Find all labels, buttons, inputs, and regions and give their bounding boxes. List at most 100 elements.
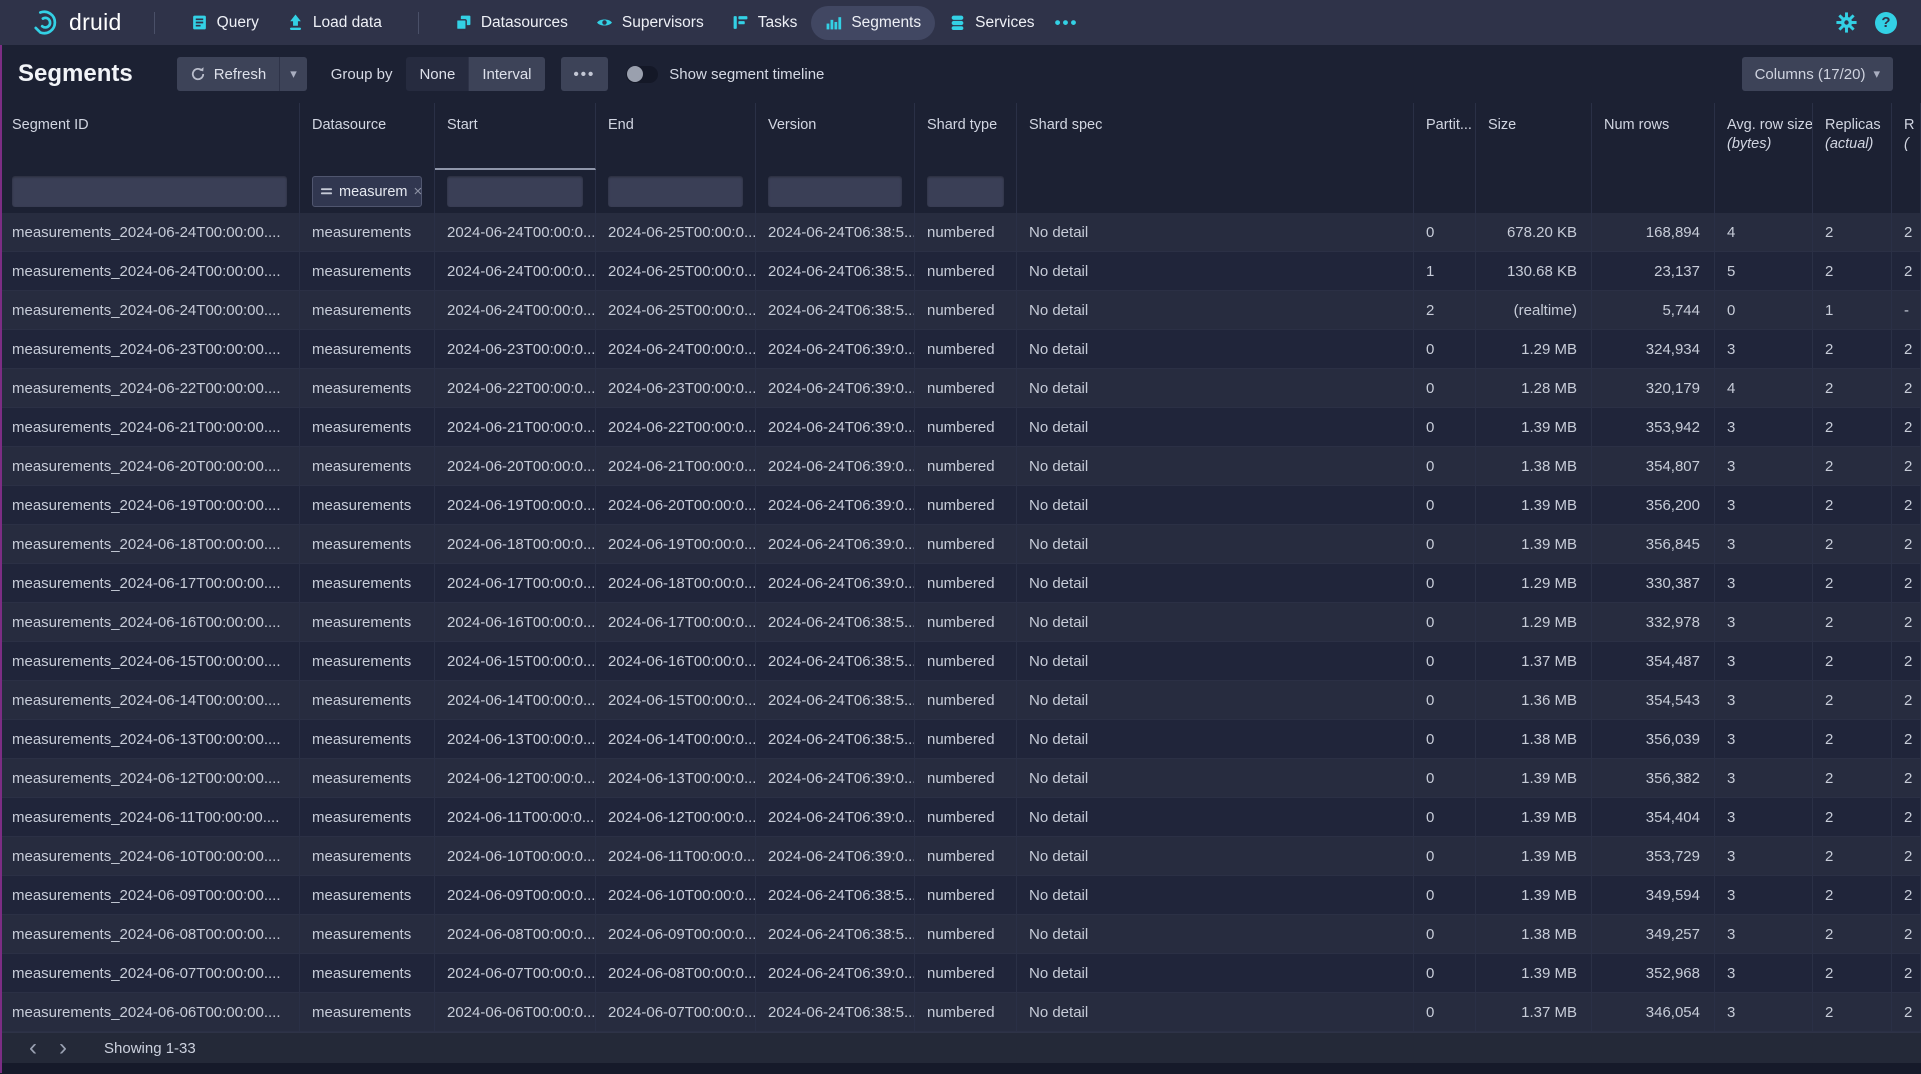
gear-icon[interactable] (1836, 12, 1857, 33)
cell-end[interactable]: 2024-06-24T00:00:0... (596, 330, 756, 368)
cell-datasource[interactable]: measurements (300, 330, 435, 368)
cell-avg_row_size[interactable]: 4 (1715, 369, 1813, 407)
cell-start[interactable]: 2024-06-24T00:00:0... (435, 291, 596, 329)
column-header-avg_row_size[interactable]: Avg. row size(bytes) (1715, 103, 1813, 170)
cell-end[interactable]: 2024-06-20T00:00:0... (596, 486, 756, 524)
cell-shard_type[interactable]: numbered (915, 954, 1017, 992)
cell-partition[interactable]: 0 (1414, 525, 1476, 563)
cell-start[interactable]: 2024-06-07T00:00:0... (435, 954, 596, 992)
cell-end[interactable]: 2024-06-25T00:00:0... (596, 291, 756, 329)
column-header-replication_factor[interactable]: R( (1892, 103, 1921, 170)
cell-replicas[interactable]: 2 (1813, 798, 1892, 836)
cell-datasource[interactable]: measurements (300, 213, 435, 251)
filter-input-start[interactable] (447, 176, 583, 207)
cell-replication_factor[interactable]: 2 (1892, 408, 1921, 446)
cell-replicas[interactable]: 2 (1813, 525, 1892, 563)
column-header-shard_spec[interactable]: Shard spec (1017, 103, 1414, 170)
cell-segment_id[interactable]: measurements_2024-06-10T00:00:00.... (0, 837, 300, 875)
cell-segment_id[interactable]: measurements_2024-06-16T00:00:00.... (0, 603, 300, 641)
cell-segment_id[interactable]: measurements_2024-06-17T00:00:00.... (0, 564, 300, 602)
cell-end[interactable]: 2024-06-25T00:00:0... (596, 252, 756, 290)
cell-partition[interactable]: 0 (1414, 876, 1476, 914)
cell-size[interactable]: (realtime) (1476, 291, 1592, 329)
column-header-size[interactable]: Size (1476, 103, 1592, 170)
druid-logo[interactable]: druid (32, 9, 122, 36)
cell-replication_factor[interactable]: 2 (1892, 915, 1921, 953)
cell-segment_id[interactable]: measurements_2024-06-20T00:00:00.... (0, 447, 300, 485)
cell-start[interactable]: 2024-06-24T00:00:0... (435, 252, 596, 290)
chip-remove-icon[interactable]: × (414, 183, 423, 200)
cell-replicas[interactable]: 2 (1813, 720, 1892, 758)
cell-segment_id[interactable]: measurements_2024-06-23T00:00:00.... (0, 330, 300, 368)
cell-datasource[interactable]: measurements (300, 525, 435, 563)
cell-replication_factor[interactable]: 2 (1892, 447, 1921, 485)
cell-replicas[interactable]: 2 (1813, 486, 1892, 524)
cell-replicas[interactable]: 2 (1813, 837, 1892, 875)
column-header-end[interactable]: End (596, 103, 756, 170)
cell-segment_id[interactable]: measurements_2024-06-15T00:00:00.... (0, 642, 300, 680)
column-header-start[interactable]: Start (435, 103, 596, 170)
cell-partition[interactable]: 0 (1414, 915, 1476, 953)
column-header-datasource[interactable]: Datasource (300, 103, 435, 170)
cell-shard_type[interactable]: numbered (915, 798, 1017, 836)
cell-avg_row_size[interactable]: 3 (1715, 798, 1813, 836)
cell-shard_type[interactable]: numbered (915, 642, 1017, 680)
cell-end[interactable]: 2024-06-23T00:00:0... (596, 369, 756, 407)
cell-shard_type[interactable]: numbered (915, 447, 1017, 485)
cell-replicas[interactable]: 2 (1813, 369, 1892, 407)
cell-shard_spec[interactable]: No detail (1017, 291, 1414, 329)
cell-replicas[interactable]: 2 (1813, 954, 1892, 992)
cell-start[interactable]: 2024-06-14T00:00:0... (435, 681, 596, 719)
cell-shard_type[interactable]: numbered (915, 915, 1017, 953)
cell-replication_factor[interactable]: 2 (1892, 369, 1921, 407)
cell-shard_type[interactable]: numbered (915, 213, 1017, 251)
cell-partition[interactable]: 0 (1414, 681, 1476, 719)
cell-num_rows[interactable]: 354,807 (1592, 447, 1715, 485)
cell-replicas[interactable]: 2 (1813, 603, 1892, 641)
cell-segment_id[interactable]: measurements_2024-06-08T00:00:00.... (0, 915, 300, 953)
cell-size[interactable]: 1.28 MB (1476, 369, 1592, 407)
cell-end[interactable]: 2024-06-17T00:00:0... (596, 603, 756, 641)
cell-segment_id[interactable]: measurements_2024-06-07T00:00:00.... (0, 954, 300, 992)
cell-avg_row_size[interactable]: 5 (1715, 252, 1813, 290)
cell-shard_spec[interactable]: No detail (1017, 954, 1414, 992)
cell-segment_id[interactable]: measurements_2024-06-11T00:00:00.... (0, 798, 300, 836)
cell-end[interactable]: 2024-06-25T00:00:0... (596, 213, 756, 251)
cell-avg_row_size[interactable]: 3 (1715, 954, 1813, 992)
table-row[interactable]: measurements_2024-06-19T00:00:00....meas… (0, 486, 1921, 525)
cell-replication_factor[interactable]: 2 (1892, 759, 1921, 797)
cell-size[interactable]: 1.38 MB (1476, 915, 1592, 953)
cell-end[interactable]: 2024-06-13T00:00:0... (596, 759, 756, 797)
filter-input-end[interactable] (608, 176, 743, 207)
cell-shard_type[interactable]: numbered (915, 291, 1017, 329)
table-row[interactable]: measurements_2024-06-14T00:00:00....meas… (0, 681, 1921, 720)
cell-segment_id[interactable]: measurements_2024-06-24T00:00:00.... (0, 252, 300, 290)
cell-datasource[interactable]: measurements (300, 291, 435, 329)
cell-datasource[interactable]: measurements (300, 369, 435, 407)
cell-shard_spec[interactable]: No detail (1017, 603, 1414, 641)
cell-version[interactable]: 2024-06-24T06:39:0... (756, 564, 915, 602)
table-row[interactable]: measurements_2024-06-13T00:00:00....meas… (0, 720, 1921, 759)
table-row[interactable]: measurements_2024-06-24T00:00:00....meas… (0, 252, 1921, 291)
cell-size[interactable]: 1.36 MB (1476, 681, 1592, 719)
cell-end[interactable]: 2024-06-15T00:00:0... (596, 681, 756, 719)
columns-button[interactable]: Columns (17/20) ▾ (1742, 57, 1893, 91)
cell-num_rows[interactable]: 354,543 (1592, 681, 1715, 719)
cell-version[interactable]: 2024-06-24T06:39:0... (756, 954, 915, 992)
filter-input-segment_id[interactable] (12, 176, 287, 207)
cell-size[interactable]: 1.39 MB (1476, 954, 1592, 992)
table-row[interactable]: measurements_2024-06-09T00:00:00....meas… (0, 876, 1921, 915)
cell-datasource[interactable]: measurements (300, 954, 435, 992)
cell-shard_type[interactable]: numbered (915, 369, 1017, 407)
cell-replication_factor[interactable]: 2 (1892, 954, 1921, 992)
cell-num_rows[interactable]: 356,200 (1592, 486, 1715, 524)
cell-segment_id[interactable]: measurements_2024-06-06T00:00:00.... (0, 993, 300, 1031)
cell-size[interactable]: 1.39 MB (1476, 876, 1592, 914)
cell-avg_row_size[interactable]: 3 (1715, 681, 1813, 719)
cell-num_rows[interactable]: 356,382 (1592, 759, 1715, 797)
cell-avg_row_size[interactable]: 4 (1715, 213, 1813, 251)
cell-datasource[interactable]: measurements (300, 915, 435, 953)
segment-timeline-toggle[interactable] (626, 66, 658, 83)
cell-start[interactable]: 2024-06-15T00:00:0... (435, 642, 596, 680)
table-row[interactable]: measurements_2024-06-06T00:00:00....meas… (0, 993, 1921, 1032)
